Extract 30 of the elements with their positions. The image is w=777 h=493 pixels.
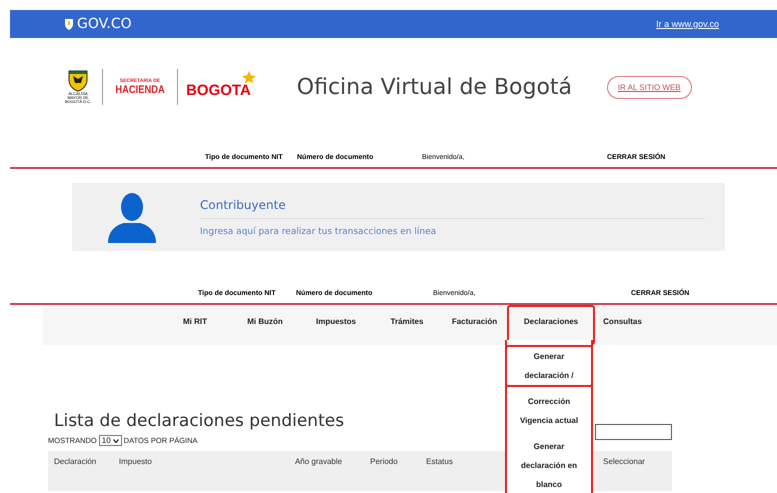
- column-header: Estatus: [426, 457, 454, 468]
- column-header: Año gravable: [294, 457, 344, 468]
- column-header: Declaración: [54, 457, 98, 468]
- column-header: Impuesto: [118, 457, 153, 468]
- gov-logo-text[interactable]: GOV.CO: [77, 16, 132, 32]
- nav-item[interactable]: Mi Buzón: [230, 305, 300, 345]
- profile-title: Contribuyente: [200, 198, 705, 218]
- nav-item[interactable]: Consultas: [595, 305, 650, 345]
- star-icon: [240, 70, 257, 84]
- menu-item[interactable]: Corrección Vigencia actual: [505, 390, 593, 432]
- column-header: Periodo: [370, 457, 399, 468]
- column-header: Seleccionar: [603, 457, 646, 468]
- menu-item[interactable]: Generar declaración /: [505, 345, 593, 387]
- menu-item[interactable]: Generar declaración en blanco: [505, 435, 593, 493]
- coat-of-arms-icon: [68, 70, 88, 92]
- nav-item[interactable]: Facturación: [442, 305, 507, 345]
- search-field[interactable]: [595, 424, 672, 440]
- list-title: Lista de declaraciones pendientes: [54, 411, 344, 431]
- hacienda-text: HACIENDA: [115, 84, 165, 96]
- gov-link[interactable]: Ir a www.gov.co: [656, 19, 719, 29]
- user-silhouette-icon: [106, 191, 158, 243]
- nav-item[interactable]: Trámites: [372, 305, 442, 345]
- dropdown-caret-icon: [112, 438, 119, 442]
- page-title: Oficina Virtual de Bogotá: [296, 74, 574, 100]
- site-button[interactable]: IR AL SITIO WEB: [606, 76, 692, 98]
- nav-item[interactable]: Mi RIT: [160, 305, 230, 345]
- page-size-select[interactable]: 10: [98, 435, 122, 446]
- shield-icon: [64, 18, 74, 30]
- nav-item[interactable]: Impuestos: [300, 305, 372, 345]
- bogota-logo-text: BOGOTA: [186, 82, 251, 99]
